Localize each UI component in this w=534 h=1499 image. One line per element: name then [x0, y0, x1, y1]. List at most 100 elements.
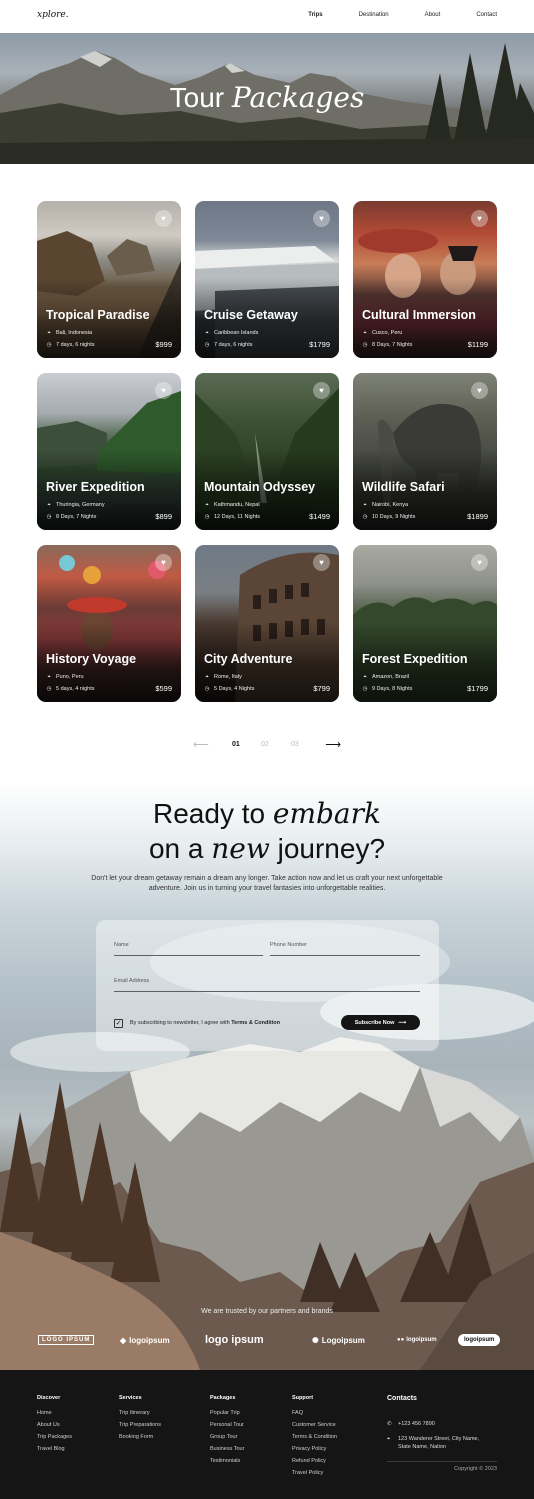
- heart-icon[interactable]: ♥: [313, 554, 330, 571]
- card-duration: ◷ 9 Days, 8 Nights: [362, 686, 413, 692]
- hero-title-italic: Packages: [231, 81, 365, 114]
- footer-heading: Support: [292, 1395, 314, 1401]
- card-title: Cultural Immersion: [362, 308, 476, 322]
- heart-icon[interactable]: ♥: [155, 210, 172, 227]
- card-location-text: Caribbean Islands: [214, 330, 259, 336]
- footer-link[interactable]: About Us: [37, 1419, 72, 1431]
- card-duration-text: 5 days, 4 nights: [56, 686, 95, 692]
- card-price: $899: [155, 512, 172, 521]
- card-title: Wildlife Safari: [362, 480, 445, 494]
- card-location: ⌖ Thuringia, Germany: [46, 502, 104, 509]
- heart-icon[interactable]: ♥: [313, 382, 330, 399]
- page-1[interactable]: 01: [232, 741, 240, 748]
- cta-description: Don't let your dream getaway remain a dr…: [91, 875, 443, 892]
- package-card[interactable]: ♥ Tropical Paradise ⌖ Bali, Indonesia ◷ 7 …: [37, 201, 181, 358]
- package-card[interactable]: ♥ River Expedition ⌖ Thuringia, Germany ◷…: [37, 373, 181, 530]
- partner-logo: LOGO IPSUM: [38, 1330, 95, 1350]
- consent-text: By subscribing to newsletter, I agree wi…: [130, 1020, 280, 1026]
- card-location: ⌖ Rome, Italy: [204, 674, 242, 681]
- logo-mark-icon: ◆: [120, 1335, 127, 1345]
- footer-link[interactable]: Trip Preparations: [119, 1419, 161, 1431]
- location-pin-icon: ⌖: [363, 502, 367, 508]
- nav-item-destination[interactable]: Destination: [359, 12, 389, 18]
- heart-icon[interactable]: ♥: [313, 210, 330, 227]
- mountain-background-image: [0, 922, 534, 1370]
- page-2[interactable]: 02: [261, 741, 269, 748]
- partner-logo-text: LOGO IPSUM: [38, 1335, 95, 1345]
- footer-link[interactable]: Refund Policy: [292, 1455, 337, 1467]
- footer-link[interactable]: Travel Policy: [292, 1467, 337, 1479]
- heart-icon[interactable]: ♥: [471, 382, 488, 399]
- card-price: $599: [155, 684, 172, 693]
- footer-link[interactable]: Group Tour: [210, 1431, 244, 1443]
- nav-item-contact[interactable]: Contact: [476, 12, 497, 18]
- page-3[interactable]: 03: [291, 741, 299, 748]
- partner-logo: logoipsum: [458, 1330, 501, 1350]
- contact-address: ⌖ 123 Wanderer Street, City Name, State …: [387, 1435, 479, 1451]
- terms-link[interactable]: Terms & Condition: [231, 1020, 280, 1026]
- brand-logo[interactable]: xplore.: [37, 10, 69, 20]
- email-field[interactable]: Email Address: [114, 976, 420, 992]
- cta-heading-line-1: Ready to embark: [0, 797, 534, 831]
- footer-link[interactable]: Customer Service: [292, 1419, 337, 1431]
- sun-icon: ✺: [312, 1335, 319, 1345]
- subscribe-button-label: Subscribe Now: [354, 1019, 395, 1026]
- subscribe-button[interactable]: Subscribe Now ⟶: [341, 1015, 420, 1030]
- footer-link[interactable]: Trip Packages: [37, 1431, 72, 1443]
- arrow-left-icon[interactable]: ⟵: [193, 739, 209, 751]
- heart-icon[interactable]: ♥: [155, 554, 172, 571]
- card-location-text: Bali, Indonesia: [56, 330, 93, 336]
- cta-heading-plain: Ready to: [153, 798, 266, 829]
- footer-link[interactable]: Booking Form: [119, 1431, 161, 1443]
- consent-checkbox[interactable]: ✓: [114, 1019, 123, 1028]
- arrow-right-icon[interactable]: ⟶: [325, 739, 341, 751]
- location-pin-icon: ⌖: [363, 674, 367, 680]
- heart-icon[interactable]: ♥: [155, 382, 172, 399]
- package-card[interactable]: ♥ Forest Expedition ⌖ Amazon, Brazil ◷ 9 D…: [353, 545, 497, 702]
- trusted-text: We are trusted by our partners and brand…: [201, 1308, 333, 1315]
- footer-link[interactable]: Home: [37, 1407, 72, 1419]
- package-card[interactable]: ♥ Cultural Immersion ⌖ Cusco, Peru ◷ 8 Day…: [353, 201, 497, 358]
- footer-heading: Discover: [37, 1395, 61, 1401]
- footer-link[interactable]: Trip Itinerary: [119, 1407, 161, 1419]
- card-duration: ◷ 12 Days, 11 Nights: [204, 514, 260, 520]
- card-price: $1899: [467, 512, 488, 521]
- package-card[interactable]: ♥ Mountain Odyssey ⌖ Kathmandu, Nepal ◷ 12…: [195, 373, 339, 530]
- partner-logo-text: logoipsum: [129, 1335, 170, 1345]
- footer-link[interactable]: Travel Blog: [37, 1443, 72, 1455]
- footer-link[interactable]: Terms & Condition: [292, 1431, 337, 1443]
- footer-link[interactable]: Personal Tour: [210, 1419, 244, 1431]
- card-title: City Adventure: [204, 652, 293, 666]
- card-duration-text: 5 Days, 4 Nights: [214, 686, 255, 692]
- main-menu: Trips Destination About Contact: [272, 12, 497, 18]
- footer-link[interactable]: Business Tour: [210, 1443, 244, 1455]
- location-pin-icon: ⌖: [363, 330, 367, 336]
- phone-field[interactable]: Phone Number: [270, 940, 420, 956]
- card-duration: ◷ 7 days, 6 nights: [46, 342, 95, 348]
- footer-link[interactable]: FAQ: [292, 1407, 337, 1419]
- footer-link[interactable]: Testimonials: [210, 1455, 244, 1467]
- cta-heading-plain: journey?: [277, 833, 386, 864]
- cta-heading-line-2: on a new journey?: [0, 832, 534, 866]
- footer-link[interactable]: Popular Trip: [210, 1407, 244, 1419]
- footer-link[interactable]: Privacy Policy: [292, 1443, 337, 1455]
- nav-item-about[interactable]: About: [425, 12, 441, 18]
- heart-icon[interactable]: ♥: [471, 554, 488, 571]
- footer-column-packages: Packages Popular Trip Personal Tour Grou…: [210, 1395, 244, 1467]
- footer-column-support: Support FAQ Customer Service Terms & Con…: [292, 1395, 337, 1479]
- package-card[interactable]: ♥ Cruise Getaway ⌖ Caribbean Islands ◷ 7 d…: [195, 201, 339, 358]
- nav-item-trips[interactable]: Trips: [308, 12, 322, 18]
- card-location-text: Rome, Italy: [214, 674, 242, 680]
- name-field[interactable]: Name: [114, 940, 263, 956]
- card-price: $1799: [309, 340, 330, 349]
- package-card[interactable]: ♥ City Adventure ⌖ Rome, Italy ◷ 5 Days, 4…: [195, 545, 339, 702]
- hero-title: Tour Packages: [0, 81, 534, 114]
- heart-icon[interactable]: ♥: [471, 210, 488, 227]
- card-duration-text: 7 days, 6 nights: [214, 342, 253, 348]
- clock-icon: ◷: [46, 514, 52, 520]
- contact-phone[interactable]: ✆ +123 456 7890: [387, 1420, 435, 1428]
- phone-icon: ✆: [387, 1421, 392, 1427]
- package-card[interactable]: ♥ Wildlife Safari ⌖ Nairobi, Kenya ◷ 10 Da…: [353, 373, 497, 530]
- package-card[interactable]: ♥ History Voyage ⌖ Puno, Peru ◷ 5 days, 4 …: [37, 545, 181, 702]
- partner-logo-text: logoipsum: [406, 1337, 437, 1343]
